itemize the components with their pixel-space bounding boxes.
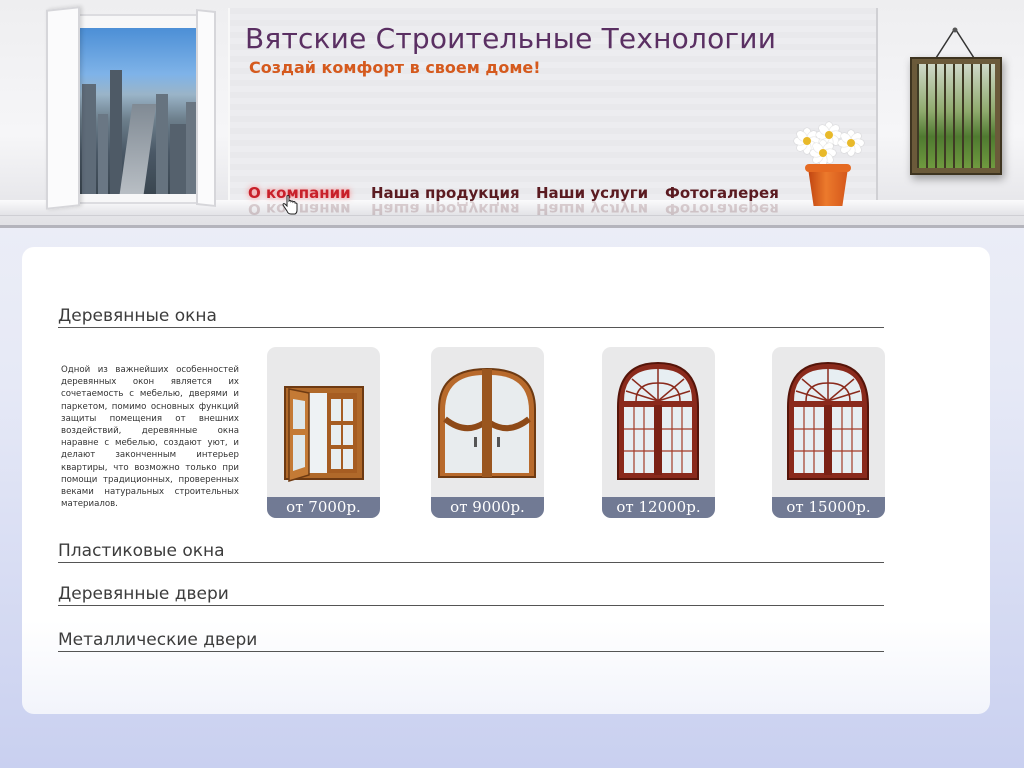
section-heading-wooden-windows[interactable]: Деревянные окна (58, 306, 884, 328)
section-heading-plastic-windows[interactable]: Пластиковые окна (58, 541, 884, 563)
left-sash (46, 6, 80, 210)
right-sash (196, 8, 216, 208)
product-card[interactable]: от 9000р. (431, 347, 544, 518)
price-label: от 7000р. (267, 497, 380, 518)
nav-item-services[interactable]: Наши услуги (536, 184, 648, 202)
pot (808, 168, 848, 206)
price-label: от 9000р. (431, 497, 544, 518)
product-card[interactable]: от 15000р. (772, 347, 885, 518)
site-title: Вятские Строительные Технологии (245, 22, 777, 55)
forest-image (917, 64, 995, 168)
product-card[interactable]: от 12000р. (602, 347, 715, 518)
price-label: от 12000р. (602, 497, 715, 518)
nav-item-about[interactable]: О компании (248, 184, 351, 202)
product-card[interactable]: от 7000р. (267, 347, 380, 518)
city-view-image (80, 28, 196, 194)
hanging-wire-icon (935, 27, 975, 59)
price-label: от 15000р. (772, 497, 885, 518)
wooden-windows-description: Одной из важнейших особенностей деревянн… (61, 365, 239, 510)
pot-rim (805, 164, 851, 172)
section-heading-metal-doors[interactable]: Металлические двери (58, 630, 884, 652)
arched-wood-window-icon (438, 367, 536, 478)
nav-item-products[interactable]: Наша продукция (371, 184, 520, 202)
window-illustration (40, 6, 220, 212)
nav-item-gallery[interactable]: Фотогалерея (665, 184, 779, 202)
hand-cursor-icon (282, 195, 298, 215)
site-slogan: Создай комфорт в своем доме! (249, 58, 541, 77)
forest-picture-frame (910, 57, 1002, 175)
fanlight-arched-window-icon (787, 361, 869, 480)
flower-pot-icon (786, 120, 870, 208)
fanlight-arched-window-icon (617, 361, 699, 480)
section-heading-wooden-doors[interactable]: Деревянные двери (58, 584, 884, 606)
open-wood-window-icon (284, 386, 364, 483)
header: Вятские Строительные Технологии Создай к… (0, 0, 1024, 228)
